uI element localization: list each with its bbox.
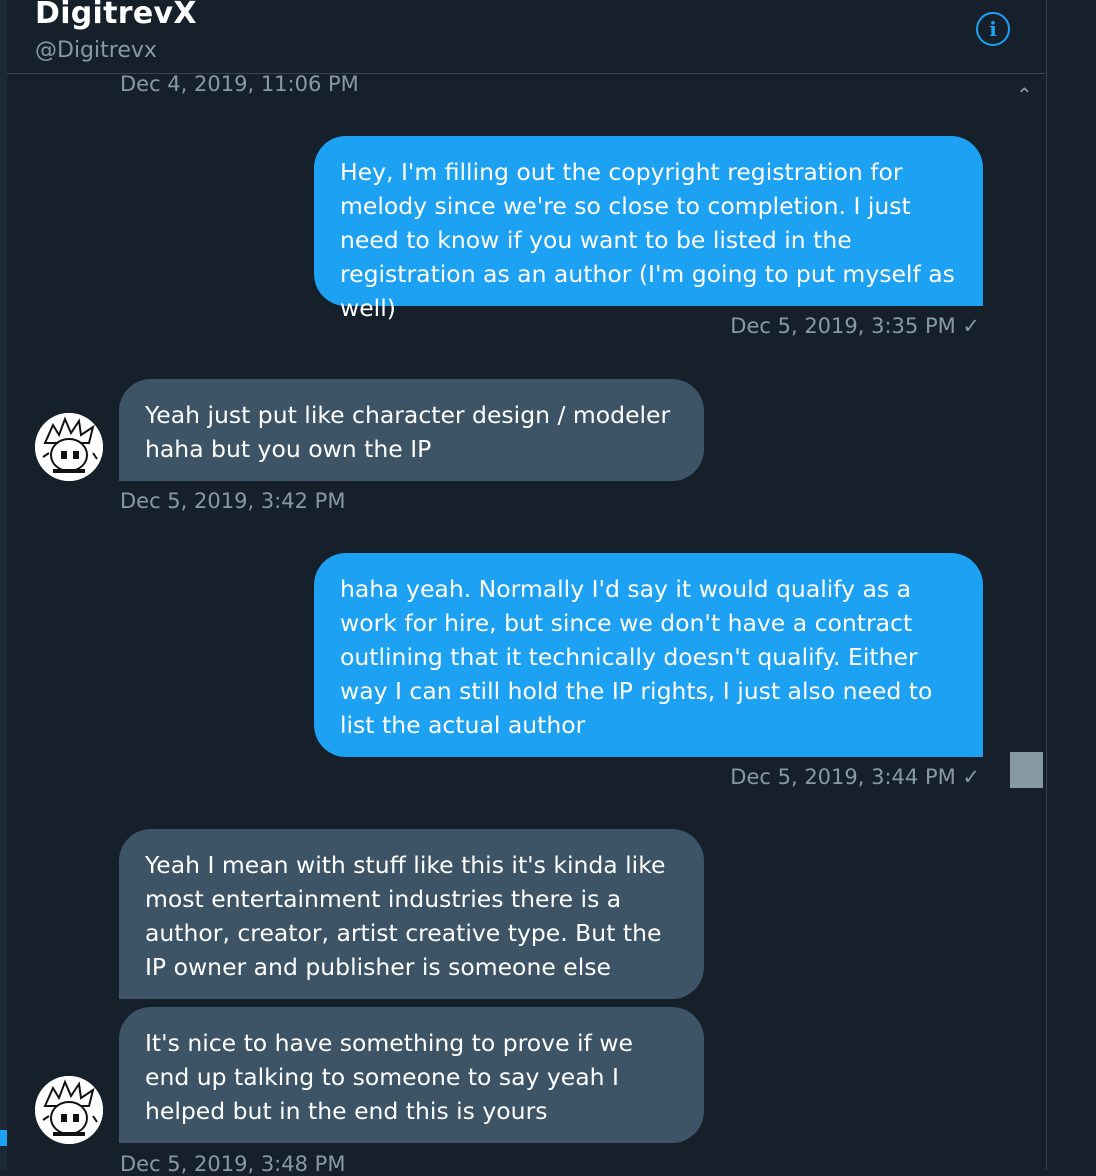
chevron-up-icon[interactable]: ⌃ — [1016, 83, 1033, 107]
avatar-image — [35, 1076, 103, 1144]
contact-name[interactable]: DigitrevX — [35, 0, 197, 31]
received-message-bubble[interactable]: Yeah just put like character design / mo… — [119, 379, 704, 481]
conversation-header: DigitrevX @Digitrevx i — [7, 0, 1045, 74]
received-message-bubble[interactable]: Yeah I mean with stuff like this it's ki… — [119, 829, 704, 999]
message-timestamp: Dec 5, 2019, 3:44 PM ✓ — [730, 765, 980, 789]
avatar[interactable] — [35, 1076, 103, 1144]
sent-message-bubble[interactable]: Hey, I'm filling out the copyright regis… — [314, 136, 983, 322]
scrollbar-track[interactable] — [1046, 0, 1096, 1170]
message-timestamp: Dec 4, 2019, 11:06 PM — [120, 72, 359, 96]
received-message-bubble[interactable]: It's nice to have something to prove if … — [119, 1007, 704, 1143]
left-window-edge — [0, 0, 7, 1170]
avatar[interactable] — [35, 413, 103, 481]
left-edge-accent — [0, 1130, 7, 1146]
message-timestamp: Dec 5, 2019, 3:35 PM ✓ — [730, 314, 980, 338]
avatar-image — [35, 413, 103, 481]
contact-handle[interactable]: @Digitrevx — [35, 38, 157, 63]
sent-message-bubble[interactable]: haha yeah. Normally I'd say it would qua… — [314, 553, 983, 757]
info-icon[interactable]: i — [976, 12, 1010, 46]
message-timestamp: Dec 5, 2019, 3:48 PM — [120, 1152, 346, 1176]
message-timestamp: Dec 5, 2019, 3:42 PM — [120, 489, 346, 513]
scrollbar-thumb[interactable] — [1010, 752, 1043, 788]
